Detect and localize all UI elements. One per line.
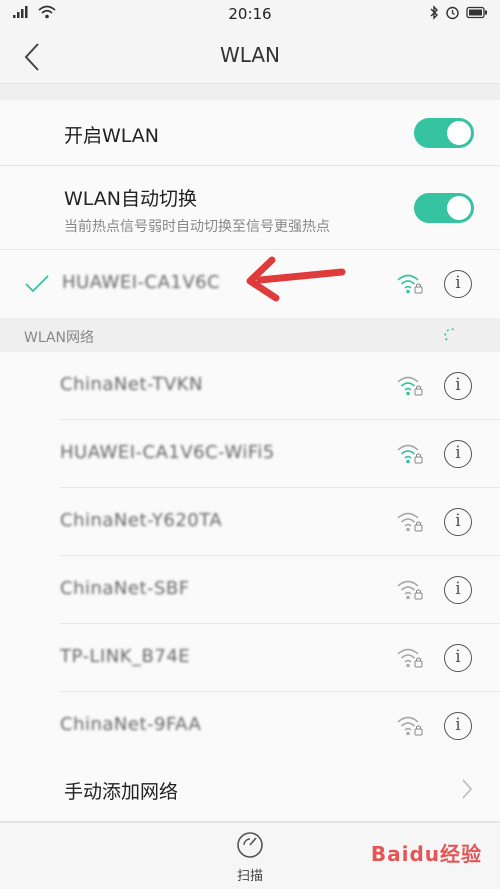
network-item[interactable]: TP-LINK_B74E bbox=[60, 624, 500, 692]
chevron-right-icon bbox=[462, 779, 473, 799]
network-name: ChinaNet-TVKN bbox=[60, 374, 203, 395]
auto-switch-description: 当前热点信号弱时自动切换至信号更强热点 bbox=[64, 219, 330, 235]
loading-spinner-icon bbox=[444, 328, 457, 341]
info-icon[interactable] bbox=[444, 372, 472, 400]
wlan-toggle-row[interactable]: 开启WLAN bbox=[0, 100, 500, 166]
bluetooth-icon bbox=[430, 5, 438, 20]
info-icon[interactable] bbox=[444, 644, 472, 672]
wlan-toggle-switch[interactable] bbox=[414, 118, 474, 148]
scan-button[interactable]: 扫描 bbox=[222, 831, 278, 887]
scan-icon bbox=[237, 832, 263, 858]
wifi-secured-icon bbox=[397, 512, 423, 532]
info-icon[interactable] bbox=[444, 508, 472, 536]
alarm-icon bbox=[446, 6, 459, 20]
auto-switch-row[interactable]: WLAN自动切换 当前热点信号弱时自动切换至信号更强热点 bbox=[0, 166, 500, 250]
network-item[interactable]: HUAWEI-CA1V6C-WiFi5 bbox=[60, 420, 500, 488]
auto-switch-toggle[interactable] bbox=[414, 193, 474, 223]
network-name: HUAWEI-CA1V6C-WiFi5 bbox=[60, 442, 275, 463]
page-title: WLAN bbox=[219, 43, 281, 67]
network-item[interactable]: ChinaNet-9FAA bbox=[60, 692, 500, 760]
wifi-secured-icon bbox=[397, 376, 423, 396]
scan-label: 扫描 bbox=[236, 869, 263, 884]
check-icon bbox=[25, 275, 49, 293]
network-item[interactable]: ChinaNet-Y620TA bbox=[60, 488, 500, 556]
wlan-networks-header: WLAN网络 bbox=[0, 318, 500, 352]
info-icon[interactable] bbox=[444, 576, 472, 604]
toggle-knob bbox=[447, 121, 471, 145]
status-bar: 20:16 bbox=[0, 0, 500, 30]
wifi-secured-icon bbox=[397, 580, 423, 600]
network-item[interactable]: ChinaNet-TVKN bbox=[60, 352, 500, 420]
network-item[interactable]: ChinaNet-SBF bbox=[60, 556, 500, 624]
manual-add-network-row[interactable]: 手动添加网络 bbox=[0, 756, 500, 822]
network-name: ChinaNet-9FAA bbox=[60, 714, 202, 735]
info-icon[interactable] bbox=[444, 270, 472, 298]
wifi-secured-icon bbox=[397, 274, 423, 294]
auto-switch-label: WLAN自动切换 bbox=[64, 188, 198, 210]
info-icon[interactable] bbox=[444, 440, 472, 468]
spacer bbox=[0, 84, 500, 100]
nav-bar: WLAN bbox=[0, 30, 500, 84]
network-name: ChinaNet-SBF bbox=[60, 578, 190, 599]
wifi-secured-icon bbox=[397, 444, 423, 464]
network-name: TP-LINK_B74E bbox=[60, 646, 191, 667]
network-list: ChinaNet-TVKN HUAWEI-CA1V6C-WiFi5 ChinaN… bbox=[0, 352, 500, 760]
wlan-networks-label: WLAN网络 bbox=[24, 330, 95, 346]
baidu-watermark: Baidu经验 bbox=[370, 842, 482, 866]
network-name: ChinaNet-Y620TA bbox=[60, 510, 223, 531]
battery-icon bbox=[466, 6, 487, 19]
wlan-toggle-label: 开启WLAN bbox=[64, 125, 160, 147]
toggle-knob bbox=[447, 196, 471, 220]
wifi-secured-icon bbox=[397, 648, 423, 668]
status-time: 20:16 bbox=[228, 5, 272, 23]
info-icon[interactable] bbox=[444, 712, 472, 740]
red-arrow-annotation bbox=[246, 256, 346, 302]
manual-add-network-label: 手动添加网络 bbox=[64, 781, 179, 803]
wifi-secured-icon bbox=[397, 716, 423, 736]
connected-network-name: HUAWEI-CA1V6C bbox=[62, 272, 221, 293]
